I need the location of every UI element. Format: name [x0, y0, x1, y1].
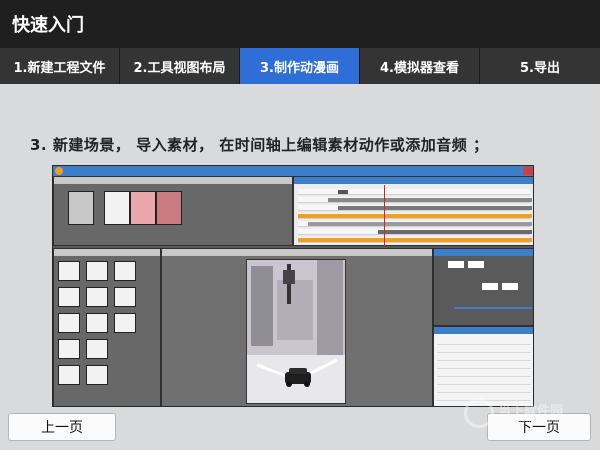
asset-thumbnail [58, 339, 80, 359]
watermark-circle-icon [464, 398, 494, 428]
prev-page-button[interactable]: 上一页 [8, 413, 116, 441]
timeline-track [298, 197, 532, 203]
asset-thumbnail [58, 365, 80, 385]
timeline-keyframe [338, 190, 348, 194]
timeline-track [298, 189, 530, 195]
properties-header [434, 249, 533, 256]
stage-artwork [247, 260, 345, 403]
assets-panel-header [54, 249, 160, 256]
timeline-clip [298, 238, 532, 242]
asset-thumbnail [86, 313, 108, 333]
step-tabs: 1.新建工程文件 2.工具视图布局 3.制作动漫画 4.模拟器查看 5.导出 [0, 48, 600, 84]
asset-thumbnail [86, 287, 108, 307]
timeline-clip [378, 230, 532, 234]
app-logo-icon [55, 167, 63, 175]
history-item[interactable] [437, 377, 531, 385]
property-field[interactable] [468, 261, 484, 268]
property-field[interactable] [448, 261, 464, 268]
history-item[interactable] [437, 369, 531, 377]
stage-panel [161, 248, 433, 406]
watermark-logo: 当下软件园 www.downxia.com [462, 396, 582, 430]
timeline-track [298, 237, 532, 243]
scene-thumbnail [104, 191, 130, 225]
stage-panel-header [162, 249, 432, 256]
asset-thumbnail [114, 287, 136, 307]
history-panel [433, 326, 533, 406]
opacity-slider[interactable] [454, 307, 532, 309]
timeline-playhead [384, 185, 385, 247]
history-item[interactable] [437, 385, 531, 393]
timeline-track [298, 229, 532, 235]
tab-step-4[interactable]: 4.模拟器查看 [360, 48, 480, 84]
history-item[interactable] [437, 361, 531, 369]
screenshot-menubar [53, 166, 533, 176]
timeline-clip [308, 222, 532, 226]
properties-panel [433, 248, 533, 326]
tab-step-5[interactable]: 5.导出 [480, 48, 600, 84]
asset-thumbnail [58, 261, 80, 281]
tab-step-2[interactable]: 2.工具视图布局 [120, 48, 240, 84]
timeline-panel [293, 176, 533, 247]
property-field[interactable] [502, 283, 518, 290]
scene-panel-header [54, 177, 292, 184]
scene-thumbnail [130, 191, 156, 225]
timeline-track [298, 221, 532, 227]
timeline-clip [338, 206, 532, 210]
history-header [434, 327, 533, 334]
timeline-header [294, 177, 533, 184]
window-title: 快速入门 [12, 15, 84, 36]
timeline-clip [298, 214, 532, 218]
asset-thumbnail [86, 365, 108, 385]
asset-thumbnail [114, 261, 136, 281]
asset-thumbnail [58, 287, 80, 307]
property-field[interactable] [482, 283, 498, 290]
assets-panel [53, 248, 161, 406]
scene-panel [53, 176, 293, 246]
screenshot-close-icon [523, 167, 533, 175]
history-item[interactable] [437, 353, 531, 361]
watermark-url: www.downxia.com [498, 416, 564, 424]
tab-step-3[interactable]: 3.制作动漫画 [240, 48, 360, 84]
history-item[interactable] [437, 337, 531, 345]
stage-canvas [246, 259, 346, 404]
timeline-clip [328, 198, 532, 202]
title-bar: 快速入门 [0, 0, 600, 48]
timeline-track [298, 213, 532, 219]
scene-thumbnail [156, 191, 182, 225]
scene-thumbnail [68, 191, 94, 225]
asset-thumbnail [86, 339, 108, 359]
step-instruction: 3. 新建场景， 导入素材， 在时间轴上编辑素材动作或添加音频 ； [30, 136, 489, 154]
timeline-track [298, 205, 532, 211]
asset-thumbnail [114, 313, 136, 333]
tab-step-1[interactable]: 1.新建工程文件 [0, 48, 120, 84]
asset-thumbnail [58, 313, 80, 333]
asset-thumbnail [86, 261, 108, 281]
app-screenshot [52, 165, 534, 407]
history-item[interactable] [437, 345, 531, 353]
